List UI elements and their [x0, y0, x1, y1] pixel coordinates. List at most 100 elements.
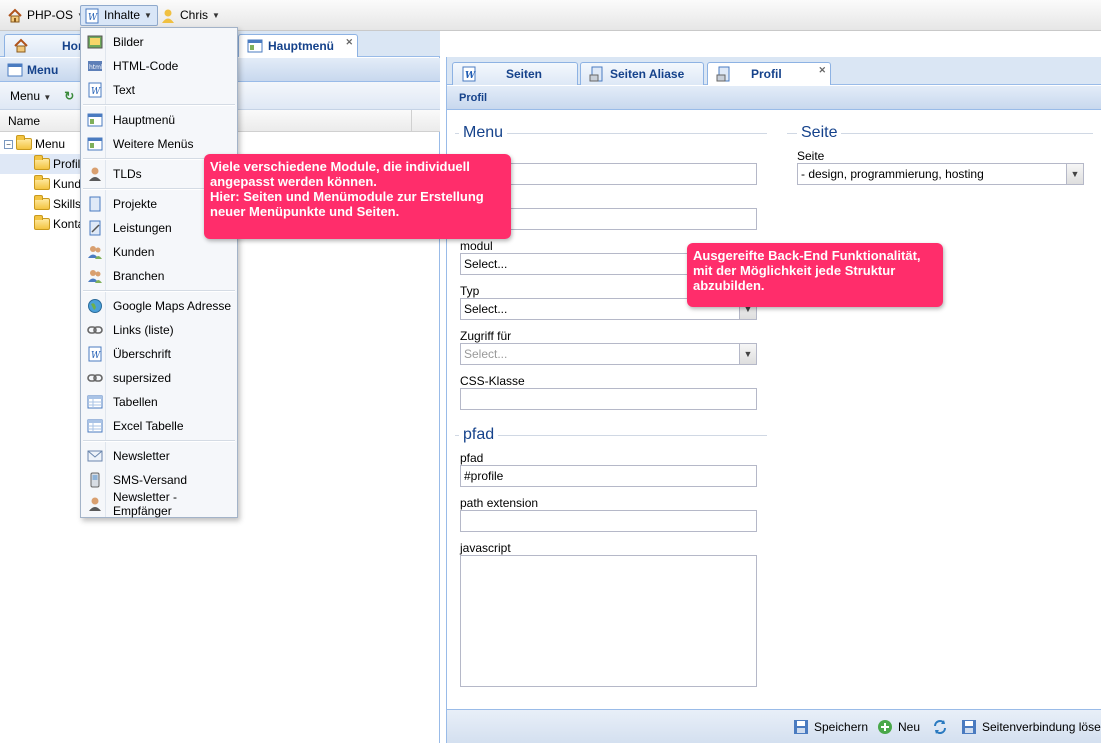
page-icon	[89, 196, 101, 212]
menu-window-icon	[87, 113, 103, 127]
menu-item-newsletter-empfanger[interactable]: Newsletter - Empfänger	[81, 490, 237, 518]
path-extension-input[interactable]	[460, 510, 757, 532]
tab-seiten-label: Seiten	[506, 67, 543, 81]
folder-icon	[34, 215, 50, 230]
menu-item-uberschrift[interactable]: W Überschrift	[81, 342, 237, 366]
menu-panel-title: Menu	[27, 62, 59, 77]
tree-item-skills[interactable]: Skills	[34, 194, 81, 214]
menu-item-label: Bilder	[113, 35, 144, 49]
callout-line: Ausgereifte Back-End Funktionalität,	[693, 248, 921, 263]
text-doc-icon: W	[88, 82, 102, 98]
menu-item-html-code[interactable]: html HTML-Code	[81, 54, 237, 78]
sync-button[interactable]	[932, 718, 948, 736]
svg-text:W: W	[91, 351, 101, 361]
close-icon[interactable]: ✕	[345, 37, 353, 48]
css-klasse-input[interactable]	[460, 388, 757, 410]
chevron-down-icon: ▼	[43, 92, 52, 102]
menu-item-label: Tabellen	[113, 395, 158, 409]
form-footer-toolbar: Speichern Neu Seitenverbindung lösen	[447, 709, 1101, 743]
menu-item-newsletter[interactable]: Newsletter	[81, 444, 237, 468]
zugriff-select[interactable]: Select... ▼	[460, 343, 757, 365]
menu-item-label: Kunden	[113, 245, 155, 259]
menu-item-label: Links (liste)	[113, 323, 174, 337]
text-doc-icon: W	[462, 66, 476, 82]
fieldset-border	[455, 435, 767, 436]
menu-item-label: Google Maps Adresse	[113, 299, 232, 313]
zugriff-label: Zugriff für	[460, 329, 512, 343]
menu-item-label: Newsletter - Empfänger	[113, 490, 178, 518]
tree-item-profil[interactable]: Profil	[0, 154, 83, 174]
user-menu[interactable]: Chris ▼	[157, 5, 225, 26]
folder-icon	[16, 135, 32, 150]
chevron-down-icon[interactable]: ▼	[739, 344, 756, 364]
link-icon	[87, 326, 103, 334]
text-doc-icon: W	[85, 8, 99, 23]
callout-line: Viele verschiedene Module, die individue…	[210, 159, 470, 174]
user-icon	[162, 9, 174, 23]
sync-icon	[934, 720, 946, 734]
text-doc-icon: W	[88, 346, 102, 362]
path-extension-label: path extension	[460, 496, 539, 510]
menu-item-weitere-menus[interactable]: Weitere Menüs	[81, 132, 237, 156]
typ-value: Select...	[464, 302, 508, 316]
menu-item-google-maps[interactable]: Google Maps Adresse	[81, 294, 237, 318]
callout-backend: Ausgereifte Back-End Funktionalität, mit…	[687, 243, 943, 307]
menu-item-text[interactable]: W Text	[81, 78, 237, 102]
menu-separator	[83, 290, 235, 292]
callout-line: neuer Menüpunkte und Seiten.	[210, 204, 400, 219]
image-icon	[87, 35, 103, 49]
menu-item-supersized[interactable]: supersized	[81, 366, 237, 390]
menu-item-branchen[interactable]: Branchen	[81, 264, 237, 288]
menu-item-label: Weitere Menüs	[113, 137, 194, 151]
menu-item-excel-tabelle[interactable]: Excel Tabelle	[81, 414, 237, 438]
unlink-page-button[interactable]: Seitenverbindung lösen	[961, 718, 1101, 736]
menu-item-bilder[interactable]: Bilder	[81, 30, 237, 54]
tab-seiten[interactable]: W Seiten	[452, 62, 578, 85]
inhalte-menu[interactable]: W Inhalte ▼	[80, 5, 158, 26]
person-icon	[89, 167, 101, 181]
folder-icon	[34, 175, 50, 190]
callout-line: abzubilden.	[693, 278, 765, 293]
new-button[interactable]: Neu	[877, 718, 920, 736]
menu-item-hauptmenu[interactable]: Hauptmenü	[81, 108, 237, 132]
menu-item-label: Text	[113, 83, 136, 97]
globe-icon	[88, 299, 102, 313]
tree-root-label: Menu	[35, 137, 66, 151]
tab-profil-label: Profil	[751, 67, 782, 81]
seite-select[interactable]: - design, programmierung, hosting ▼	[797, 163, 1084, 185]
menu-item-label: Excel Tabelle	[113, 419, 184, 433]
javascript-textarea[interactable]	[460, 555, 757, 687]
chevron-down-icon: ▼	[212, 11, 220, 20]
pfad-label: pfad	[460, 451, 484, 465]
menu-separator	[83, 104, 235, 106]
callout-line: angepasst werden können.	[210, 174, 377, 189]
menu-window-icon	[7, 63, 23, 76]
collapse-icon[interactable]: −	[4, 139, 13, 149]
tree-item-label: Profil	[53, 157, 81, 171]
tab-profil[interactable]: Profil ✕	[707, 62, 831, 85]
svg-text:W: W	[88, 13, 98, 23]
tree-root[interactable]: − Menu	[4, 134, 65, 154]
toolbar-menu-button[interactable]: Menu ▼	[10, 89, 51, 103]
menu-item-kunden[interactable]: Kunden	[81, 240, 237, 264]
svg-text:W: W	[91, 87, 101, 97]
php-os-menu[interactable]: PHP-OS ▼	[4, 5, 90, 26]
folder-icon	[34, 195, 50, 210]
section-menu-legend: Menu	[459, 124, 508, 142]
tab-seiten-aliase[interactable]: Seiten Aliase	[580, 62, 704, 85]
chevron-down-icon[interactable]: ▼	[1066, 164, 1083, 184]
new-label: Neu	[898, 720, 921, 734]
tab-hauptmenu[interactable]: Hauptmenü ✕	[238, 34, 358, 57]
close-icon[interactable]: ✕	[818, 65, 826, 76]
menu-item-sms-versand[interactable]: SMS-Versand	[81, 468, 237, 492]
tree-item-label: Skills	[53, 197, 82, 211]
modul-value: Select...	[464, 257, 508, 271]
menu-item-label: HTML-Code	[113, 59, 179, 73]
menu-item-tabellen[interactable]: Tabellen	[81, 390, 237, 414]
save-icon	[962, 720, 976, 734]
menu-item-links[interactable]: Links (liste)	[81, 318, 237, 342]
refresh-icon[interactable]: ↻	[64, 89, 74, 103]
tab-hauptmenu-label: Hauptmenü	[268, 39, 334, 53]
save-button[interactable]: Speichern	[793, 718, 868, 736]
pfad-input[interactable]: #profile	[460, 465, 757, 487]
